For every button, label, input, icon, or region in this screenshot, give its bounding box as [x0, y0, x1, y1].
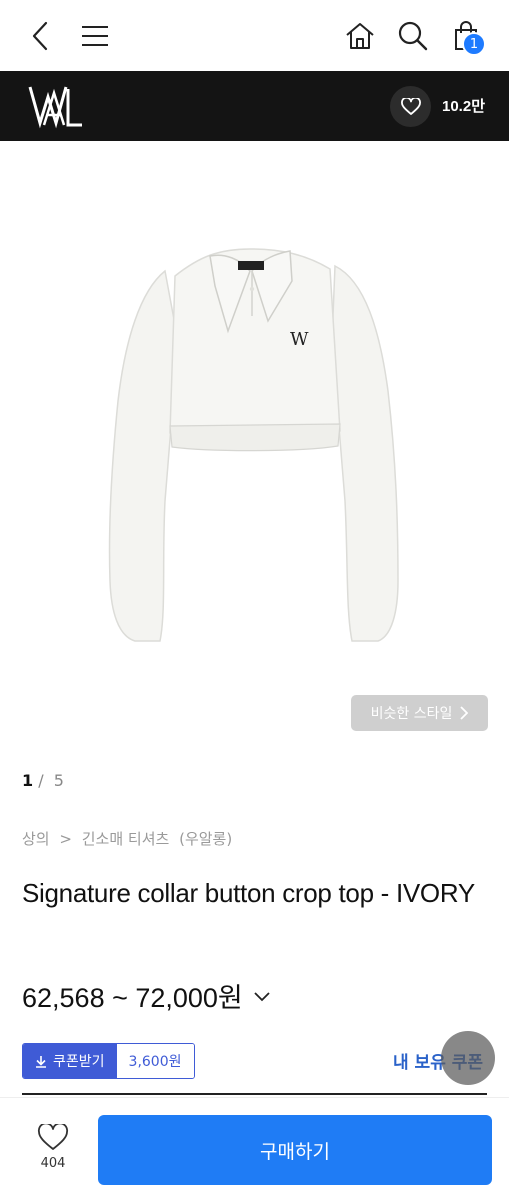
product-image[interactable]: W [0, 141, 509, 751]
wishlist-button[interactable]: 404 [28, 1124, 78, 1180]
coupon-amount: 3,600원 [116, 1044, 194, 1078]
buy-button[interactable]: 구매하기 [98, 1115, 492, 1185]
breadcrumb-item-brand[interactable]: (우알롱) [179, 830, 232, 848]
download-icon [36, 1055, 46, 1068]
product-title: Signature collar button crop top - IVORY [22, 878, 475, 908]
brand-logo[interactable] [26, 79, 86, 133]
coupon-button[interactable]: 쿠폰받기 3,600원 [22, 1043, 195, 1079]
home-button[interactable] [338, 14, 382, 58]
pager-separator: / [38, 771, 44, 790]
breadcrumb-separator: > [59, 830, 72, 848]
hamburger-menu-icon [82, 26, 108, 46]
brand-like-count: 10.2만 [442, 98, 485, 115]
section-divider [22, 1093, 487, 1095]
cart-count-badge: 1 [462, 32, 486, 56]
image-pager: 1 / 5 [22, 771, 69, 790]
price-dropdown[interactable]: 62,568 ~ 72,000원 [22, 976, 271, 1015]
chevron-down-icon [254, 991, 270, 1001]
breadcrumb-item-subcategory[interactable]: 긴소매 티셔츠 [82, 830, 170, 848]
search-button[interactable] [391, 14, 435, 58]
crop-top-illustration: W [108, 248, 399, 642]
chevron-right-icon [460, 706, 469, 720]
brand-like-button[interactable] [390, 86, 431, 127]
home-icon [346, 23, 374, 49]
heart-icon [400, 97, 421, 115]
cart-button[interactable]: 1 [444, 14, 488, 58]
pager-total: 5 [53, 771, 64, 790]
wishlist-count: 404 [40, 1156, 66, 1171]
chevron-left-icon [32, 21, 48, 51]
svg-text:W: W [290, 329, 309, 350]
wal-logo-icon [28, 86, 82, 129]
menu-button[interactable] [73, 14, 117, 58]
heart-icon [37, 1124, 69, 1150]
similar-style-label: 비슷한 스타일 [370, 706, 453, 722]
similar-style-button[interactable]: 비슷한 스타일 [351, 695, 488, 731]
back-button[interactable] [18, 14, 62, 58]
coupon-label: 쿠폰받기 [53, 1054, 105, 1070]
breadcrumb: 상의 > 긴소매 티셔츠 (우알롱) [22, 828, 237, 849]
floating-action-button[interactable] [441, 1031, 495, 1085]
brand-bar: 10.2만 [0, 71, 509, 141]
search-icon [398, 21, 428, 51]
top-nav-bar: 1 [0, 0, 509, 71]
product-price: 62,568 ~ 72,000원 [22, 983, 243, 1013]
bottom-action-bar: 404 구매하기 [0, 1097, 509, 1200]
pager-current: 1 [22, 771, 34, 790]
breadcrumb-item-category[interactable]: 상의 [22, 830, 50, 848]
coupon-download: 쿠폰받기 [23, 1044, 117, 1078]
